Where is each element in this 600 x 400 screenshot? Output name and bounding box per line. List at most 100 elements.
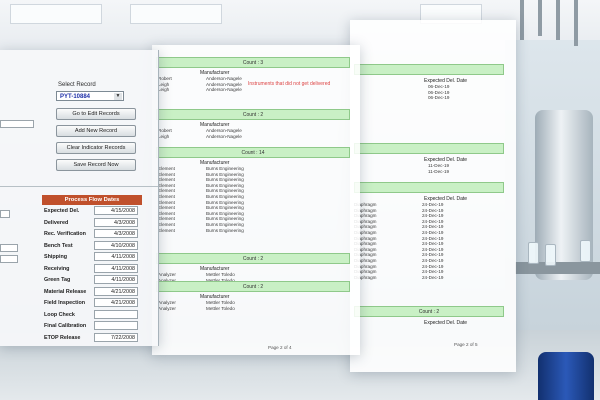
process-row: Material Release 4/21/2008 — [44, 286, 138, 297]
pipe — [574, 0, 578, 46]
count-label: Count : 2 — [242, 283, 264, 290]
count-bar: Count : 3 — [156, 57, 350, 68]
process-date-field[interactable] — [94, 321, 138, 330]
record-select[interactable]: PYT-10884 ▼ — [56, 91, 124, 101]
expected-date: 24-Dec-19 — [422, 269, 444, 275]
save-record-button[interactable]: Save Record Now — [56, 159, 136, 171]
ceiling-light — [130, 4, 222, 24]
group-header: Expected Del. Date — [424, 320, 468, 326]
right-group-2: Expected Del. Date 11-Dec-19 11-Dec-19 — [350, 143, 510, 174]
row-manufacturer: Mettler Toledo — [206, 305, 235, 311]
report-group: Count : 3 Manufacturer Robert Anderson-Nage… — [152, 57, 360, 93]
process-date-field[interactable]: 4/15/2008 — [94, 206, 138, 215]
report-row: Element Burns Engineering — [152, 228, 360, 234]
count-bar — [354, 64, 504, 75]
ceiling-light — [10, 4, 102, 24]
process-label: Bench Test — [44, 242, 73, 249]
process-row: Field Inspection 4/21/2008 — [44, 298, 138, 308]
divider — [0, 186, 158, 187]
process-date-field[interactable]: 4/3/2008 — [94, 217, 138, 227]
process-row: ETOP Release 7/22/2008 — [44, 332, 138, 343]
process-date-field[interactable]: 4/21/2008 — [94, 298, 138, 307]
row-type: Leigh — [158, 87, 170, 93]
lab-bench — [515, 262, 600, 274]
process-date-field[interactable]: 4/11/2008 — [94, 263, 138, 273]
report-group: Count : 2 Manufacturer Robert Anderson-Nage… — [152, 109, 360, 139]
pipe — [556, 0, 560, 40]
instrument-code: Diaphragm — [354, 274, 377, 280]
page-footer: Page 2 of 5 — [454, 342, 478, 347]
expected-date: 24-Dec-19 — [422, 229, 444, 235]
side-field[interactable] — [0, 244, 18, 252]
process-date-field[interactable]: 4/11/2008 — [94, 275, 138, 284]
process-row: Green Tag 4/11/2008 — [44, 275, 138, 285]
process-flow-title: Process Flow Dates — [42, 195, 142, 205]
count-label: Count : 14 — [241, 149, 265, 156]
report-page-middle: Instruments that did not get delivered C… — [152, 45, 360, 355]
side-field[interactable] — [0, 120, 34, 128]
chevron-down-icon[interactable]: ▼ — [114, 93, 122, 100]
process-label: Material Release — [44, 288, 87, 295]
count-label: Count : 3 — [242, 59, 264, 66]
process-label: Final Calibration — [44, 323, 87, 329]
report-row: Leigh Anderson-Nagele — [152, 134, 360, 140]
page-footer: Page 2 of 4 — [268, 345, 292, 350]
select-record-label: Select Record — [58, 82, 96, 88]
pipe — [520, 0, 524, 40]
expected-date: 11-Dec-19 — [428, 168, 450, 174]
expected-date: 24-Dec-19 — [422, 202, 444, 207]
process-row: Receiving 4/11/2008 — [44, 263, 138, 274]
add-record-button[interactable]: Add New Record — [56, 125, 136, 137]
process-label: Shipping — [44, 254, 68, 260]
record-form-panel: Select Record PYT-10884 ▼ Go to Edit Rec… — [0, 50, 159, 346]
expected-date: 06-Dec-19 — [428, 95, 450, 101]
process-label: Green Tag — [44, 277, 71, 283]
side-field[interactable] — [0, 255, 18, 263]
process-date-field[interactable]: 4/21/2008 — [94, 286, 138, 296]
report-page-right: Expected Del. Date 06-Dec-19 06-Dec-19 06-… — [350, 20, 516, 372]
count-label: Count : 2 — [242, 111, 264, 118]
process-row: Bench Test 4/10/2008 — [44, 240, 138, 251]
process-label: Delivered — [44, 219, 69, 226]
clear-records-button[interactable]: Clear Indicator Records — [56, 142, 136, 154]
process-date-field[interactable]: 4/3/2008 — [94, 229, 138, 238]
bottle — [528, 242, 539, 264]
count-bar — [354, 182, 504, 193]
row-manufacturer: Anderson-Nagele — [206, 133, 242, 139]
process-date-field[interactable]: 4/10/2008 — [94, 240, 138, 250]
count-label: Count : 2 — [242, 255, 264, 262]
expected-date: 24-Dec-19 — [422, 257, 444, 263]
process-label: ETOP Release — [44, 334, 81, 341]
report-group: Count : 2 Manufacturer Analyzer Mettler Tol… — [152, 281, 360, 311]
row-manufacturer: Burns Engineering — [206, 227, 244, 233]
process-row: Loop Check — [44, 309, 138, 320]
side-field[interactable] — [0, 210, 10, 218]
process-date-field[interactable] — [94, 309, 138, 319]
process-label: Expected Del. — [44, 208, 80, 214]
process-label: Rec. Verification — [44, 231, 86, 237]
process-date-field[interactable]: 7/22/2008 — [94, 332, 138, 342]
report-group: Count : 14 Manufacturer Element Burns Engin… — [152, 147, 360, 233]
process-label: Receiving — [44, 265, 70, 272]
expected-date: 24-Dec-19 — [422, 274, 444, 280]
count-bar: Count : 2 — [354, 306, 504, 317]
process-date-field[interactable]: 4/11/2008 — [94, 252, 138, 261]
expected-date: 24-Dec-19 — [422, 241, 444, 247]
bottle — [580, 240, 591, 262]
count-bar: Count : 2 — [156, 253, 350, 264]
edit-records-button[interactable]: Go to Edit Records — [56, 108, 136, 120]
selected-record: PYT-10884 — [60, 94, 91, 100]
right-group-1: Expected Del. Date 06-Dec-19 06-Dec-19 06-… — [350, 64, 510, 101]
process-row: Rec. Verification 4/3/2008 — [44, 229, 138, 239]
count-bar: Count : 2 — [156, 281, 350, 292]
pipe — [538, 0, 542, 36]
count-bar: Count : 14 — [156, 147, 350, 158]
process-label: Loop Check — [44, 311, 75, 318]
report-row: Leigh Anderson-Nagele — [152, 87, 360, 93]
count-bar: Count : 2 — [156, 109, 350, 120]
report-group: Count : 2 Manufacturer Analyzer Mettler Tol… — [152, 253, 360, 283]
row-manufacturer: Anderson-Nagele — [206, 87, 242, 93]
process-row: Delivered 4/3/2008 — [44, 217, 138, 228]
process-row: Shipping 4/11/2008 — [44, 252, 138, 262]
count-bar — [354, 143, 504, 154]
